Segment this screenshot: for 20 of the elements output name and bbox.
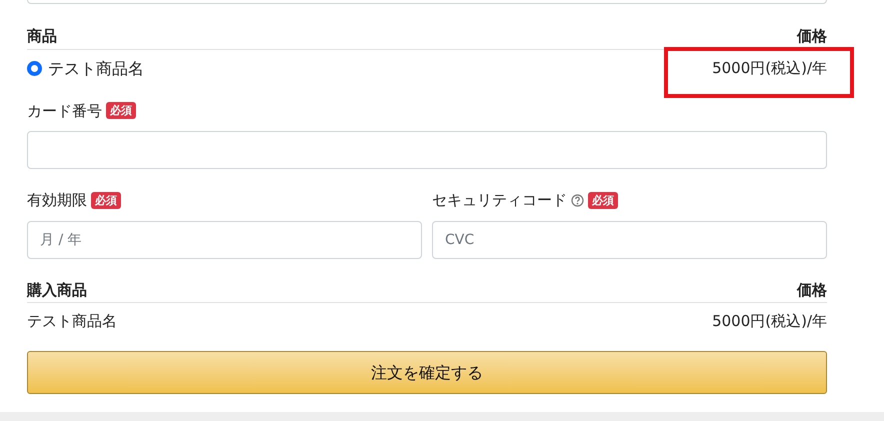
required-badge: 必須 [106, 102, 136, 120]
item-price: 5000円(税込)/年 [712, 310, 827, 332]
security-code-field[interactable]: CVC [432, 220, 827, 258]
radio-button[interactable] [27, 61, 42, 76]
confirm-order-button[interactable]: 注文を確定する [27, 351, 827, 394]
item-name: テスト商品名 [27, 310, 117, 332]
product-name: テスト商品名 [48, 58, 144, 80]
expiry-field[interactable]: 月 / 年 [27, 220, 422, 258]
column-header: 価格 [797, 26, 827, 47]
required-badge: 必須 [91, 192, 121, 209]
column-header: 商品 [27, 26, 57, 47]
field-label: セキュリティコード [432, 190, 567, 211]
required-badge: 必須 [588, 192, 618, 209]
help-icon[interactable] [571, 194, 584, 207]
product-price: 5000円(税込)/年 [712, 58, 827, 80]
field-label: カード番号 [27, 100, 102, 122]
column-header: 購入商品 [27, 280, 87, 300]
card-number-field[interactable] [27, 131, 827, 169]
column-header: 価格 [797, 280, 827, 300]
field-label: 有効期限 [27, 190, 87, 211]
